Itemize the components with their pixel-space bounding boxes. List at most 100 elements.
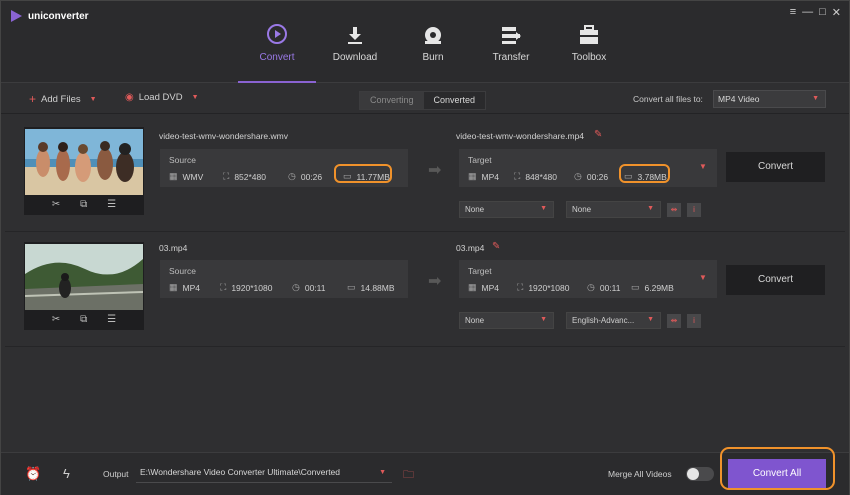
target-info-panel: Target ▦ MP4 ⛶ 848*480 ◷ 00:26 ▭ 3.78MB bbox=[459, 149, 717, 187]
crop-icon[interactable]: ⧉ bbox=[80, 199, 87, 210]
subtitle-value: None bbox=[465, 316, 485, 325]
film-icon: ▦ bbox=[468, 171, 477, 181]
resolution-icon: ⛶ bbox=[220, 282, 227, 292]
tab-burn[interactable]: Burn bbox=[394, 21, 472, 83]
add-files-label: Add Files bbox=[41, 93, 81, 105]
target-label: Target bbox=[468, 155, 492, 165]
convert-button[interactable]: Convert bbox=[726, 265, 825, 295]
target-settings-chevron-icon[interactable]: ▼ bbox=[699, 273, 707, 282]
source-label: Source bbox=[169, 155, 196, 165]
source-size-value: 14.88MB bbox=[360, 282, 395, 293]
main-nav: Convert Download Burn Transfer Toolbox bbox=[238, 21, 628, 83]
logo-icon bbox=[11, 10, 22, 22]
merge-toggle[interactable] bbox=[686, 467, 714, 481]
source-label: Source bbox=[169, 266, 196, 276]
subtitle-select[interactable]: None ▼ bbox=[459, 312, 554, 329]
tab-download-label: Download bbox=[332, 52, 378, 63]
crop-icon[interactable]: ⧉ bbox=[80, 314, 87, 325]
effects-icon[interactable]: ☰ bbox=[107, 199, 116, 210]
split-icon[interactable]: ⇹ bbox=[667, 203, 681, 217]
video-thumbnail[interactable] bbox=[25, 244, 143, 310]
lightning-icon[interactable]: ϟ bbox=[63, 466, 70, 481]
clock-icon: ◷ bbox=[574, 171, 582, 181]
folder-icon: ▭ bbox=[631, 282, 640, 292]
burn-icon bbox=[394, 21, 472, 45]
target-resolution: ⛶ 848*480 bbox=[514, 171, 557, 182]
dvd-icon: ◉ bbox=[125, 92, 134, 103]
chevron-down-icon: ▼ bbox=[812, 95, 819, 102]
output-path-select[interactable]: E:\Wondershare Video Converter Ultimate\… bbox=[136, 464, 392, 483]
video-thumbnail-panel: ✂ ⧉ ☰ bbox=[24, 127, 144, 215]
source-duration: ◷ 00:26 bbox=[288, 171, 322, 182]
subtitle-select[interactable]: None ▼ bbox=[459, 201, 554, 218]
source-size: ▭ 14.88MB bbox=[347, 282, 395, 293]
chevron-down-icon: ▼ bbox=[379, 469, 386, 476]
source-resolution-value: 1920*1080 bbox=[231, 282, 273, 293]
clock-icon: ◷ bbox=[288, 171, 296, 181]
source-format-value: WMV bbox=[182, 171, 204, 182]
info-icon[interactable]: i bbox=[687, 203, 701, 217]
toggle-knob bbox=[687, 468, 699, 480]
chevron-down-icon: ▼ bbox=[647, 316, 654, 323]
target-duration: ◷ 00:26 bbox=[574, 171, 608, 182]
audio-track-value: None bbox=[572, 205, 592, 214]
output-format-select[interactable]: MP4 Video ▼ bbox=[713, 90, 826, 108]
convert-button[interactable]: Convert bbox=[726, 152, 825, 182]
video-thumbnail-panel: ✂ ⧉ ☰ bbox=[24, 242, 144, 330]
app-name: uniconverter bbox=[28, 10, 89, 22]
target-file-name: video-test-wmv-wondershare.mp4 bbox=[456, 131, 585, 141]
add-files-button[interactable]: + Add Files ▼ bbox=[29, 92, 97, 106]
window-controls: ≡ — □ ✕ bbox=[790, 6, 841, 19]
menu-icon[interactable]: ≡ bbox=[790, 6, 796, 19]
target-format-value: MP4 bbox=[481, 171, 499, 182]
target-format-value: MP4 bbox=[481, 282, 499, 293]
target-format: ▦ MP4 bbox=[468, 171, 499, 182]
output-label: Output bbox=[103, 469, 129, 479]
clock-icon: ◷ bbox=[587, 282, 595, 292]
tab-toolbox[interactable]: Toolbox bbox=[550, 21, 628, 83]
list-item: ✂ ⧉ ☰ video-test-wmv-wondershare.wmv Sou… bbox=[5, 119, 845, 232]
edit-icon[interactable]: ✎ bbox=[594, 129, 602, 140]
split-icon[interactable]: ⇹ bbox=[667, 314, 681, 328]
source-duration-value: 00:26 bbox=[300, 171, 323, 182]
target-duration: ◷ 00:11 bbox=[587, 282, 621, 293]
tab-convert[interactable]: Convert bbox=[238, 21, 316, 83]
chevron-down-icon: ▼ bbox=[647, 205, 654, 212]
scissors-icon[interactable]: ✂ bbox=[52, 199, 60, 210]
toolbox-icon bbox=[550, 21, 628, 45]
download-icon bbox=[316, 21, 394, 45]
source-resolution-value: 852*480 bbox=[234, 171, 266, 182]
convert-all-to-label: Convert all files to: bbox=[633, 94, 703, 104]
tab-converted[interactable]: Converted bbox=[423, 92, 486, 109]
chevron-down-icon[interactable]: ▼ bbox=[90, 96, 97, 103]
info-icon[interactable]: i bbox=[687, 314, 701, 328]
chevron-down-icon[interactable]: ▼ bbox=[192, 94, 199, 101]
tab-toolbox-label: Toolbox bbox=[571, 52, 607, 63]
source-resolution: ⛶ 1920*1080 bbox=[220, 282, 272, 293]
minimize-icon[interactable]: — bbox=[802, 6, 813, 19]
resolution-icon: ⛶ bbox=[223, 171, 230, 181]
tab-burn-label: Burn bbox=[422, 52, 444, 63]
open-folder-icon[interactable]: 🗀 bbox=[403, 466, 414, 485]
audio-track-select[interactable]: None ▼ bbox=[566, 201, 661, 218]
tab-converting[interactable]: Converting bbox=[360, 92, 424, 109]
alarm-clock-icon[interactable]: ⏰ bbox=[25, 466, 41, 482]
subtitle-value: None bbox=[465, 205, 485, 214]
audio-track-value: English-Advanc... bbox=[572, 316, 635, 325]
tab-download[interactable]: Download bbox=[316, 21, 394, 83]
target-settings-chevron-icon[interactable]: ▼ bbox=[699, 162, 707, 171]
tab-transfer[interactable]: Transfer bbox=[472, 21, 550, 83]
edit-icon[interactable]: ✎ bbox=[492, 241, 500, 252]
video-thumbnail[interactable] bbox=[25, 129, 143, 195]
load-dvd-button[interactable]: ◉ Load DVD ▼ bbox=[125, 92, 199, 103]
effects-icon[interactable]: ☰ bbox=[107, 314, 116, 325]
target-resolution-value: 848*480 bbox=[525, 171, 557, 182]
add-icon: + bbox=[29, 92, 37, 106]
source-file-name: video-test-wmv-wondershare.wmv bbox=[159, 131, 288, 141]
audio-track-select[interactable]: English-Advanc... ▼ bbox=[566, 312, 661, 329]
close-icon[interactable]: ✕ bbox=[832, 6, 841, 19]
scissors-icon[interactable]: ✂ bbox=[52, 314, 60, 325]
transfer-icon bbox=[472, 21, 550, 45]
maximize-icon[interactable]: □ bbox=[819, 6, 826, 19]
source-info-panel: Source ▦ MP4 ⛶ 1920*1080 ◷ 00:11 ▭ 14.88… bbox=[160, 260, 408, 298]
